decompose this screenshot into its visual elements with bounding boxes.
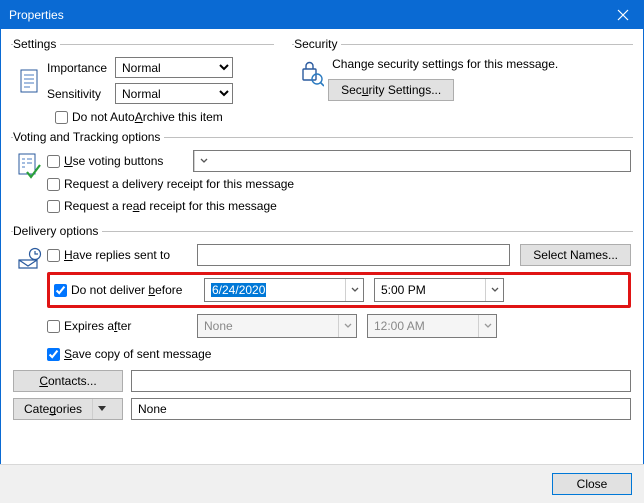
voting-group: Voting and Tracking options Use voting b… xyxy=(11,130,633,218)
chevron-down-icon xyxy=(478,315,496,337)
security-legend: Security xyxy=(294,37,341,51)
settings-group: Settings Importance Normal Sensitivity N… xyxy=(11,37,274,106)
dnd-date-combo[interactable]: 6/24/2020 xyxy=(204,278,364,302)
close-dialog-button[interactable]: Close xyxy=(552,473,632,495)
voting-buttons-combo[interactable] xyxy=(193,150,631,172)
expires-date-combo: None xyxy=(197,314,357,338)
highlight-annotation: Do not deliver before 6/24/2020 5:00 PM xyxy=(47,272,631,308)
contacts-input[interactable] xyxy=(131,370,631,392)
settings-legend: Settings xyxy=(13,37,60,51)
autoarchive-checkbox[interactable] xyxy=(55,111,68,124)
dialog-footer: Close xyxy=(0,464,644,503)
contacts-button[interactable]: Contacts... xyxy=(13,370,123,392)
security-icon xyxy=(294,57,328,87)
save-copy-label[interactable]: Save copy of sent message xyxy=(64,347,211,361)
window-title: Properties xyxy=(9,8,64,22)
chevron-down-icon xyxy=(338,315,356,337)
security-group: Security Change security settings for th… xyxy=(292,37,633,106)
read-receipt-label[interactable]: Request a read receipt for this message xyxy=(64,199,277,213)
use-voting-checkbox[interactable] xyxy=(47,155,60,168)
caret-down-icon xyxy=(92,399,110,419)
read-receipt-checkbox[interactable] xyxy=(47,200,60,213)
save-copy-checkbox[interactable] xyxy=(47,348,60,361)
chevron-down-icon xyxy=(485,279,503,301)
expires-after-label[interactable]: Expires after xyxy=(64,319,131,333)
expires-time-combo: 12:00 AM xyxy=(367,314,497,338)
have-replies-checkbox[interactable] xyxy=(47,249,60,262)
sensitivity-label: Sensitivity xyxy=(47,87,115,101)
autoarchive-label[interactable]: Do not AutoArchive this item xyxy=(72,110,223,124)
delivery-receipt-label[interactable]: Request a delivery receipt for this mess… xyxy=(64,177,294,191)
voting-legend: Voting and Tracking options xyxy=(13,130,164,144)
chevron-down-icon xyxy=(194,151,212,171)
close-button[interactable] xyxy=(603,1,643,29)
voting-icon xyxy=(13,150,47,182)
have-replies-input[interactable] xyxy=(197,244,510,266)
security-settings-button[interactable]: Security Settings... xyxy=(328,79,454,101)
sensitivity-select[interactable]: Normal xyxy=(115,83,233,104)
use-voting-label[interactable]: Use voting buttons xyxy=(64,154,163,168)
delivery-icon xyxy=(13,244,47,274)
select-names-button[interactable]: Select Names... xyxy=(520,244,631,266)
do-not-deliver-checkbox[interactable] xyxy=(54,284,67,297)
title-bar: Properties xyxy=(1,1,643,29)
delivery-group: Delivery options Have replies sent to Se… xyxy=(11,224,633,422)
expires-after-checkbox[interactable] xyxy=(47,320,60,333)
do-not-deliver-label[interactable]: Do not deliver before xyxy=(71,283,182,297)
delivery-receipt-checkbox[interactable] xyxy=(47,178,60,191)
close-icon xyxy=(617,9,629,21)
importance-label: Importance xyxy=(47,61,115,75)
have-replies-label[interactable]: Have replies sent to xyxy=(64,248,170,262)
importance-select[interactable]: Normal xyxy=(115,57,233,78)
categories-button[interactable]: Categories xyxy=(13,398,123,420)
dnd-time-combo[interactable]: 5:00 PM xyxy=(374,278,504,302)
categories-value: None xyxy=(131,398,631,420)
settings-icon xyxy=(13,66,47,96)
security-description: Change security settings for this messag… xyxy=(332,57,631,71)
chevron-down-icon xyxy=(345,279,363,301)
delivery-legend: Delivery options xyxy=(13,224,102,238)
